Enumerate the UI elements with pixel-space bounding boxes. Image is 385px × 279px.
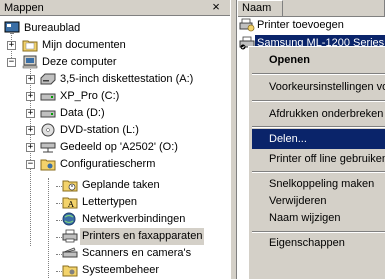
tree-item-label: Data (D:) (60, 107, 105, 119)
menu-item-openen[interactable]: Openen (252, 50, 385, 70)
tree-item-network-connections[interactable]: Netwerkverbindingen (0, 211, 230, 228)
tree-item-drive-c[interactable]: + XP_Pro (C:) (0, 88, 230, 105)
menu-item-printer-off-line[interactable]: Printer off line gebruiken (252, 149, 385, 169)
admin-tools-icon (62, 265, 78, 277)
tree-item-label: Configuratiescherm (60, 158, 156, 170)
control-panel-icon (40, 159, 56, 171)
tree-item-drive-d[interactable]: + Data (D:) (0, 105, 230, 122)
expand-icon[interactable]: + (26, 75, 35, 84)
folders-header: Mappen × (0, 0, 230, 16)
tree-item-printers[interactable]: Printers en faxapparaten (0, 228, 230, 245)
expand-icon[interactable]: + (26, 109, 35, 118)
tree-item-label: 3,5-inch diskettestation (A:) (60, 73, 194, 85)
hard-drive-icon (40, 93, 56, 101)
tree-item-dvd[interactable]: + DVD-station (L:) (0, 122, 230, 139)
menu-item-voorkeursinstellingen[interactable]: Voorkeursinstellingen voor afdrukken... (252, 77, 385, 97)
tree-item-admin-tools[interactable]: Systeembeheer (0, 262, 230, 279)
menu-separator (252, 126, 385, 128)
expand-icon[interactable]: + (7, 41, 16, 50)
menu-item-afdrukken-onderbreken[interactable]: Afdrukken onderbreken (252, 104, 385, 124)
menu-separator (252, 73, 385, 75)
collapse-icon[interactable]: − (26, 160, 35, 169)
tree-item-label: Gedeeld op 'A2502' (O:) (60, 141, 178, 153)
computer-icon (22, 55, 38, 69)
scheduled-tasks-icon (62, 180, 78, 192)
folder-icon (22, 40, 38, 52)
expand-icon[interactable]: + (26, 143, 35, 152)
tree-item-mijn-documenten[interactable]: + Mijn documenten (0, 37, 230, 54)
tree-item-label: Systeembeheer (82, 264, 160, 276)
svg-text:A: A (67, 200, 74, 209)
tree-item-label: Mijn documenten (42, 39, 126, 51)
column-header-bar: Naam (237, 0, 385, 17)
tree-item-label: Bureaublad (24, 22, 81, 34)
tree-item-fonts[interactable]: A Lettertypen (0, 194, 230, 211)
dvd-drive-icon (41, 123, 55, 137)
tree-item-label: Geplande taken (82, 179, 160, 191)
tree-item-label: Printers en faxapparaten (80, 228, 205, 245)
fonts-folder-icon: A (62, 197, 78, 209)
tree-item-control-panel[interactable]: − Configuratiescherm (0, 156, 230, 173)
list-item-label: Printer toevoegen (257, 19, 344, 31)
printers-icon (62, 229, 78, 243)
tree-item-label: DVD-station (L:) (60, 124, 139, 136)
tree-item-floppy[interactable]: + 3,5-inch diskettestation (A:) (0, 71, 230, 88)
tree-item-label: XP_Pro (C:) (60, 90, 120, 102)
collapse-icon[interactable]: − (7, 58, 16, 67)
tree-item-scheduled-tasks[interactable]: Geplande taken (0, 177, 230, 194)
tree-item-label: Lettertypen (82, 196, 138, 208)
network-drive-icon (40, 142, 56, 153)
menu-separator (252, 100, 385, 102)
menu-item-eigenschappen[interactable]: Eigenschappen (252, 233, 385, 253)
tree-item-label: Netwerkverbindingen (82, 213, 186, 225)
tree-item-scanners-cameras[interactable]: Scanners en camera's (0, 245, 230, 262)
add-printer-icon (239, 18, 255, 32)
tree-item-bureaublad[interactable]: Bureaublad (0, 20, 230, 37)
folders-pane: Mappen × Bureaublad + Mijn documenten − (0, 0, 230, 279)
floppy-drive-icon (40, 73, 56, 85)
scanner-camera-icon (62, 247, 78, 258)
desktop-icon (4, 21, 20, 34)
tree-item-deze-computer[interactable]: − Deze computer (0, 54, 230, 71)
folders-title: Mappen (4, 2, 44, 14)
network-connections-icon (62, 212, 76, 226)
menu-separator (252, 171, 385, 173)
tree-item-label: Deze computer (42, 56, 117, 68)
tree-item-label: Scanners en camera's (82, 247, 192, 259)
column-header-name[interactable]: Naam (237, 0, 283, 17)
pane-splitter[interactable] (230, 0, 237, 279)
hard-drive-icon (40, 110, 56, 118)
expand-icon[interactable]: + (26, 92, 35, 101)
tree-item-network-drive[interactable]: + Gedeeld op 'A2502' (O:) (0, 139, 230, 156)
menu-item-naam-wijzigen[interactable]: Naam wijzigen (252, 208, 385, 228)
context-menu: Openen Voorkeursinstellingen voor afdruk… (248, 46, 385, 279)
list-item-add-printer[interactable]: Printer toevoegen (239, 17, 385, 34)
menu-item-delen[interactable]: Delen... (252, 129, 385, 149)
close-folders-button[interactable]: × (209, 0, 223, 14)
expand-icon[interactable]: + (26, 126, 35, 135)
